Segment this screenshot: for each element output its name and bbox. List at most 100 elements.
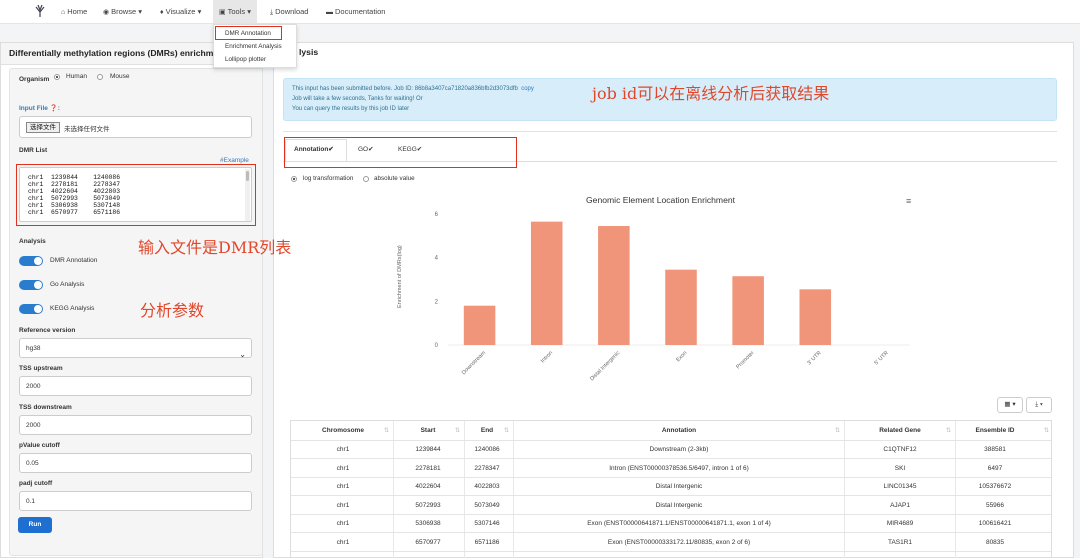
table-cell: Exon (ENST00000333172.11/80835, exon 2 o…	[607, 538, 751, 546]
run-button[interactable]: Run	[18, 517, 52, 533]
y-tick-label: 4	[435, 256, 439, 262]
note-input-file: 输入文件是DMR列表	[138, 238, 292, 257]
eye-icon: ◉	[103, 9, 110, 16]
organism-label: Organism	[19, 76, 50, 83]
enrichment-bar-chart: 0 2 4 6 Downstream Intron Distal Intergenic Exo…	[435, 212, 910, 381]
toggle-go-analysis[interactable]	[19, 280, 43, 290]
table-cell: Exon (ENST00000641871.1/ENST00000641871.…	[587, 520, 771, 527]
table-row[interactable]: chr1 5072993 5073049 Distal Intergenic AJAP1…	[291, 496, 1051, 514]
table-header-related-gene[interactable]: Related Gene	[850, 427, 950, 434]
analysis-label: Analysis	[19, 238, 46, 245]
alert-line: Job will take a few seconds, Tanks for w…	[292, 96, 423, 102]
y-tick-label: 6	[435, 212, 439, 218]
chevron-down-icon: ▾	[247, 7, 251, 16]
toggle-dmr-annotation-label: DMR Annotation	[50, 257, 98, 264]
sort-icon[interactable]: ⇅	[504, 427, 509, 434]
x-tick-label: 3' UTR	[806, 350, 822, 366]
radio-absolute-value[interactable]	[363, 176, 369, 182]
table-cell: MIR4689	[886, 520, 914, 527]
bar-exon[interactable]	[665, 269, 697, 345]
table-cell: Distal Intergenic	[655, 501, 703, 509]
nav-browse[interactable]: ◉ Browse ▾	[103, 0, 142, 24]
sort-icon[interactable]: ⇅	[835, 427, 840, 434]
x-tick-label: Exon	[675, 350, 688, 363]
chart-y-axis-label: Enrichment of DMRs(log)	[397, 245, 403, 308]
table-cell: 388581	[984, 446, 1006, 453]
nav-tools[interactable]: ▣ Tools ▾	[213, 0, 257, 24]
table-cell: Distal Intergenic	[655, 483, 703, 490]
radio-mouse-label: Mouse	[110, 73, 130, 80]
copy-job-id-link[interactable]: copy	[521, 86, 534, 92]
table-cell: 100616421	[978, 520, 1012, 527]
nav-home[interactable]: ⌂ Home	[61, 0, 87, 24]
pvalue-cutoff-input[interactable]: 0.05	[19, 453, 252, 473]
table-row[interactable]: chr1 5306938 5307146 Exon (ENST00000641871.…	[291, 514, 1051, 532]
tss-downstream-input[interactable]: 2000	[19, 415, 252, 435]
sort-icon[interactable]: ⇅	[1044, 427, 1049, 434]
nav-visualize[interactable]: ♦ Visualize ▾	[160, 0, 201, 24]
reference-version-select[interactable]: hg38 ⌄	[19, 338, 252, 359]
table-cell: C1QTNF12	[883, 446, 917, 453]
export-button[interactable]: ⤓ ▾	[1026, 397, 1052, 413]
choose-file-button[interactable]: 选择文件	[26, 122, 60, 133]
table-cell: Intron (ENST00000378536.5/6497, intron 1…	[609, 464, 749, 472]
highlight-box-dmr-annotation	[215, 26, 282, 40]
table-header-ensemble-id[interactable]: Ensemble ID	[945, 427, 1045, 434]
alert-line: You can query the results by this job ID…	[292, 106, 410, 112]
table-cell: AJAP1	[890, 501, 910, 509]
chart-title: Genomic Element Location Enrichment	[586, 195, 736, 205]
bar-downstream[interactable]	[463, 305, 496, 345]
radio-mouse[interactable]	[97, 74, 103, 80]
nav-download[interactable]: ⤓ Download	[270, 0, 308, 24]
menu-item-enrichment-analysis[interactable]: Enrichment Analysis	[214, 41, 298, 53]
table-row[interactable]: chr1 2278181 2278347 Intron (ENST0000037853…	[291, 459, 1051, 477]
bar-distal-intergenic[interactable]	[598, 226, 630, 345]
toggle-dmr-annotation[interactable]	[19, 256, 43, 266]
tss-upstream-input[interactable]: 2000	[19, 376, 252, 396]
radio-log-transformation[interactable]	[291, 176, 297, 182]
annotation-table: Chromosome ⇅ Start ⇅ End ⇅ Annotation ⇅ Related …	[290, 420, 1052, 558]
page-title: Differentially methylation regions (DMRs…	[9, 48, 214, 58]
logo-icon[interactable]	[33, 4, 47, 18]
bar-3-utr[interactable]	[799, 289, 832, 345]
file-status: 未选择任何文件	[64, 126, 110, 133]
columns-toggle-button[interactable]: ▦ ▾	[997, 397, 1023, 413]
download-icon: ⤓	[270, 9, 274, 16]
bar-intron[interactable]	[530, 221, 563, 345]
radio-human[interactable]	[54, 74, 60, 80]
chevron-down-icon: ▾	[197, 7, 202, 16]
results-title: lysis	[299, 47, 319, 57]
table-cell: Downstream (2-3kb)	[649, 446, 709, 453]
input-file-label: Input File ❓:	[19, 105, 60, 112]
menu-item-lollipop-plotter[interactable]: Lollipop plotter	[214, 54, 298, 66]
nav-documentation[interactable]: ▬ Documentation	[326, 0, 385, 24]
table-row-divider	[291, 550, 1051, 552]
toggle-kegg-analysis[interactable]	[19, 304, 43, 314]
table-cell: SKI	[894, 464, 906, 472]
example-link[interactable]: #Example	[220, 157, 249, 164]
padj-cutoff-input[interactable]: 0.1	[19, 491, 252, 511]
table-cell: 80835	[985, 538, 1005, 546]
x-tick-label: Intron	[540, 350, 554, 364]
navbar: ⌂ Home ◉ Browse ▾ ♦ Visualize ▾ ▣ Tools ▾ ⤓ D…	[0, 0, 1080, 24]
table-row[interactable]: chr1 4022604 4022803 Distal Intergenic LINC0…	[291, 477, 1051, 495]
table-row[interactable]: chr1 1239844 1240086 Downstream (2-3kb) C1QT…	[291, 440, 1051, 458]
padj-cutoff-label: padj cutoff	[19, 480, 53, 487]
radio-human-label: Human	[66, 73, 87, 80]
pin-icon: ♦	[160, 9, 164, 16]
home-icon: ⌂	[61, 9, 66, 16]
toggle-go-analysis-label: Go Analysis	[50, 281, 85, 288]
bar-promoter[interactable]	[732, 276, 764, 345]
x-tick-label: 5' UTR	[874, 350, 890, 366]
highlight-box-tabs	[284, 137, 517, 168]
dmr-list-label: DMR List	[19, 147, 48, 154]
pvalue-cutoff-label: pValue cutoff	[19, 442, 60, 449]
hamburger-menu-icon[interactable]: ≡	[906, 196, 911, 206]
alert-line: This input has been submitted before. Jo…	[292, 86, 534, 92]
table-header-end[interactable]: End	[437, 427, 537, 434]
table-header-annotation[interactable]: Annotation	[629, 427, 729, 434]
help-icon[interactable]: ❓	[50, 105, 58, 112]
highlight-box-dmr-list	[16, 164, 256, 226]
table-cell: 55966	[985, 501, 1005, 509]
table-row[interactable]: chr1 6570977 6571186 Exon (ENST00000333172.…	[291, 533, 1051, 551]
